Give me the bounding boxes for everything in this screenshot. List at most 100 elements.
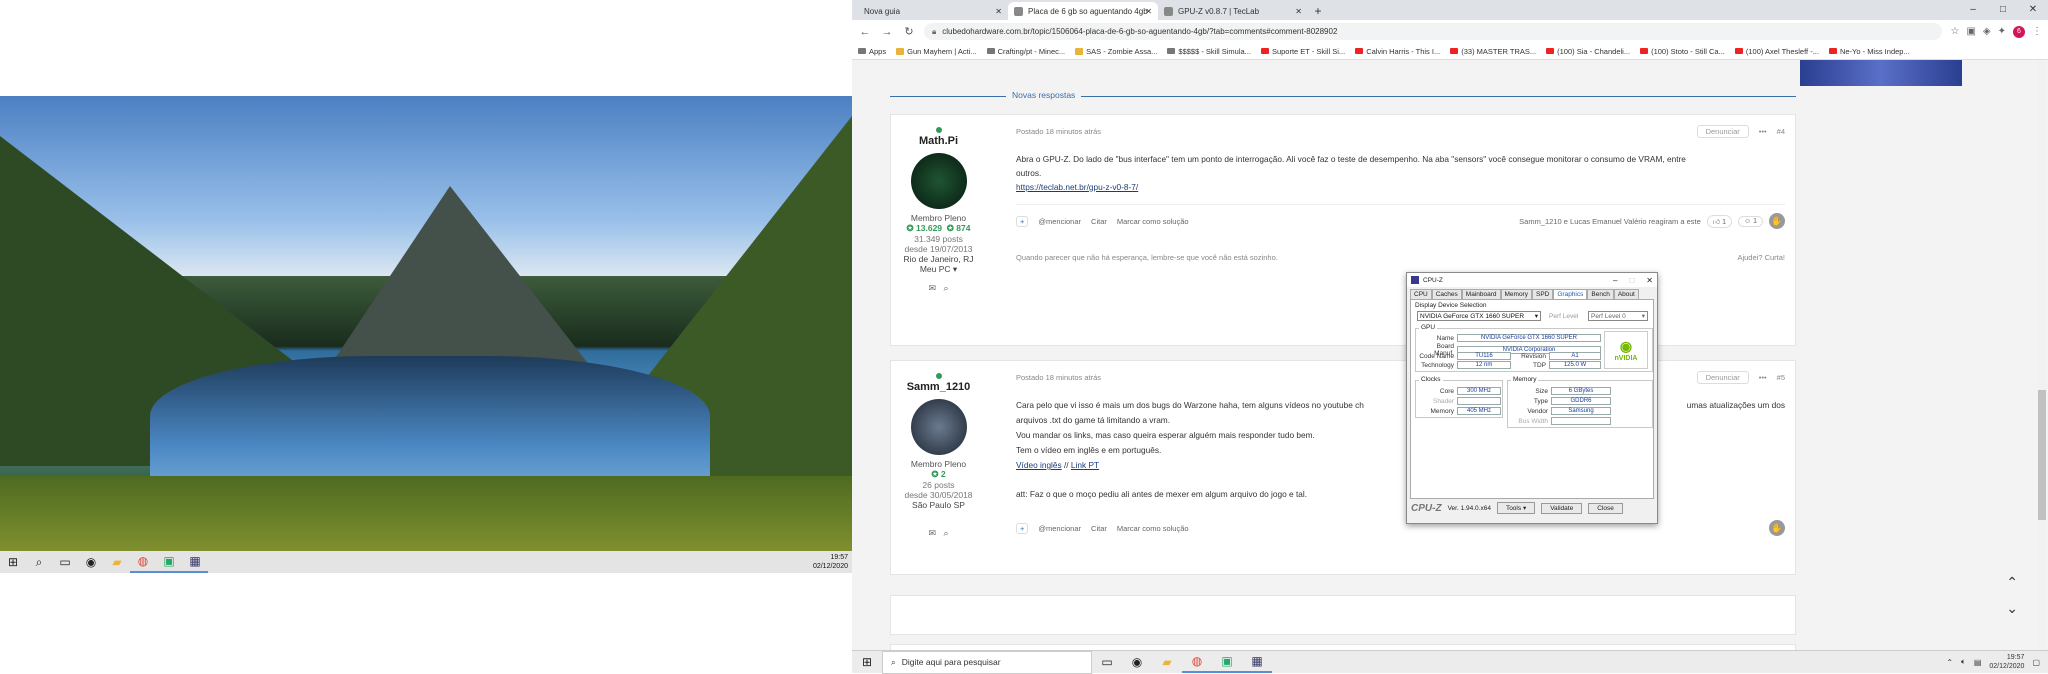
- bookmark-item[interactable]: $$$$$ - Skill Simula...: [1167, 47, 1251, 56]
- laugh-reaction[interactable]: ☺ 1: [1737, 215, 1763, 227]
- forward-icon[interactable]: →: [880, 26, 894, 38]
- post-date[interactable]: Postado 18 minutos atrás: [1016, 127, 1101, 136]
- close-icon[interactable]: ✕: [1646, 276, 1653, 285]
- close-icon[interactable]: ✕: [1295, 7, 1302, 16]
- author-name[interactable]: Samm_1210: [891, 381, 986, 393]
- bookmark-item[interactable]: (100) Sia - Chandeli...: [1546, 47, 1630, 56]
- tab-forum-thread[interactable]: Placa de 6 gb so aguentando 4gb ✕: [1008, 2, 1158, 20]
- device-select[interactable]: NVIDIA GeForce GTX 1660 SUPER ▾: [1417, 311, 1541, 321]
- react-button[interactable]: ✋: [1769, 213, 1785, 229]
- windows-icon[interactable]: ⊞: [852, 651, 882, 673]
- tab-bench[interactable]: Bench: [1587, 289, 1614, 299]
- close-window-icon[interactable]: ✕: [2018, 0, 2048, 18]
- bookmark-item[interactable]: (33) MASTER TRAS...: [1450, 47, 1536, 56]
- tab-cpu[interactable]: CPU: [1410, 289, 1432, 299]
- close-button[interactable]: Close: [1588, 502, 1623, 514]
- report-button[interactable]: Denunciar: [1696, 371, 1749, 384]
- task-view-icon[interactable]: ▭: [52, 551, 78, 573]
- profile-avatar[interactable]: 6: [2013, 25, 2025, 38]
- left-clock[interactable]: 19:57 02/12/2020: [813, 553, 848, 571]
- tab-gpuz-teclab[interactable]: GPU-Z v0.8.7 | TecLab ✕: [1158, 2, 1308, 20]
- mail-icon[interactable]: ✉: [928, 528, 936, 538]
- minimize-icon[interactable]: –: [1958, 0, 1988, 18]
- react-button[interactable]: ✋: [1769, 520, 1785, 536]
- add-multiquote-icon[interactable]: +: [1016, 215, 1029, 227]
- right-clock[interactable]: 19:57 02/12/2020: [1989, 653, 2024, 671]
- add-multiquote-icon[interactable]: +: [1016, 522, 1029, 534]
- close-icon[interactable]: ✕: [995, 7, 1002, 16]
- notifications-icon[interactable]: ▢: [2032, 658, 2040, 667]
- minimize-icon[interactable]: –: [1613, 276, 1617, 285]
- task-view-icon[interactable]: ▭: [1092, 651, 1122, 673]
- reactions-summary[interactable]: Samm_1210 e Lucas Emanuel Valério reagir…: [1519, 217, 1701, 226]
- mark-solution-link[interactable]: Marcar como solução: [1117, 217, 1189, 226]
- maximize-icon[interactable]: □: [1629, 276, 1634, 285]
- tray-chevron-icon[interactable]: ⌃: [1946, 658, 1953, 667]
- volume-icon[interactable]: 🔈︎: [1961, 657, 1966, 667]
- quote-link[interactable]: Citar: [1091, 524, 1107, 533]
- chrome-icon[interactable]: ◍: [130, 551, 156, 573]
- windows-icon[interactable]: ⊞: [0, 551, 26, 573]
- scroll-down-icon[interactable]: ⌄: [2006, 600, 2018, 617]
- avatar[interactable]: [910, 153, 967, 209]
- tab-memory[interactable]: Memory: [1500, 289, 1532, 299]
- validate-button[interactable]: Validate: [1541, 502, 1583, 514]
- extension-badge-icon[interactable]: ◈: [1983, 26, 1991, 38]
- page-scrollbar[interactable]: [2038, 60, 2046, 650]
- close-icon[interactable]: ✕: [1145, 7, 1152, 16]
- bookmark-item[interactable]: Ne-Yo - Miss Indep...: [1828, 47, 1910, 56]
- video-english-link[interactable]: Vídeo inglês: [1016, 460, 1062, 470]
- search-icon[interactable]: ⌕: [944, 528, 949, 538]
- menu-dots-icon[interactable]: ⋮: [2032, 26, 2042, 38]
- gpu-tool-icon[interactable]: ▣: [1212, 651, 1242, 673]
- back-icon[interactable]: ←: [858, 26, 872, 38]
- bookmark-item[interactable]: SAS - Zombie Assa...: [1075, 47, 1157, 56]
- folder-icon[interactable]: ▰: [1152, 651, 1182, 673]
- maximize-icon[interactable]: □: [1988, 0, 2018, 18]
- tab-about[interactable]: About: [1613, 289, 1639, 299]
- video-pt-link[interactable]: Link PT: [1071, 460, 1099, 470]
- steam-icon[interactable]: ◉: [78, 551, 104, 573]
- star-icon[interactable]: ☆: [1950, 26, 1959, 38]
- network-icon[interactable]: ▤: [1974, 658, 1982, 667]
- folder-icon[interactable]: ▰: [104, 551, 130, 573]
- bookmark-item[interactable]: Crafting/pt - Minec...: [986, 47, 1065, 56]
- new-tab-button[interactable]: +: [1308, 2, 1328, 20]
- extension-icon[interactable]: ▣: [1966, 26, 1975, 38]
- tab-spd[interactable]: SPD: [1531, 289, 1554, 299]
- post-number[interactable]: #5: [1777, 373, 1785, 382]
- my-pc-dropdown[interactable]: Meu PC ▾: [891, 264, 986, 275]
- like-reaction[interactable]: 👍︎ 1: [1706, 214, 1732, 228]
- bookmark-item[interactable]: (100) Axel Thesleff -...: [1734, 47, 1819, 56]
- search-icon[interactable]: ⌕: [944, 283, 949, 293]
- post-date[interactable]: Postado 18 minutos atrás: [1016, 373, 1101, 382]
- bookmark-item[interactable]: (100) Stoto - Still Ca...: [1640, 47, 1725, 56]
- reload-icon[interactable]: ↻: [902, 25, 916, 38]
- scrollbar-thumb[interactable]: [2038, 390, 2046, 520]
- bookmark-item[interactable]: Suporte ET - Skill Si...: [1260, 47, 1345, 56]
- url-input[interactable]: 🔒︎ clubedohardware.com.br/topic/1506064-…: [924, 23, 1943, 40]
- sidebar-banner-image[interactable]: [1800, 60, 1962, 86]
- quote-link[interactable]: Citar: [1091, 217, 1107, 226]
- more-options-icon[interactable]: •••: [1759, 127, 1767, 136]
- tab-mainboard[interactable]: Mainboard: [1461, 289, 1501, 299]
- more-options-icon[interactable]: •••: [1759, 373, 1767, 382]
- author-name[interactable]: Math.Pi: [891, 135, 986, 147]
- mark-solution-link[interactable]: Marcar como solução: [1117, 524, 1189, 533]
- search-icon[interactable]: ⌕: [26, 551, 52, 573]
- cpuz-icon[interactable]: ▦: [182, 551, 208, 573]
- mention-link[interactable]: @mencionar: [1038, 217, 1081, 226]
- mail-icon[interactable]: ✉: [928, 283, 936, 293]
- scroll-up-icon[interactable]: ⌃: [2006, 574, 2018, 591]
- tab-new-tab[interactable]: Nova guia ✕: [858, 2, 1008, 20]
- tab-graphics[interactable]: Graphics: [1553, 289, 1588, 299]
- steam-icon[interactable]: ◉: [1122, 651, 1152, 673]
- bookmark-item[interactable]: Gun Mayhem | Acti...: [896, 47, 977, 56]
- chrome-icon[interactable]: ◍: [1182, 651, 1212, 673]
- post-link[interactable]: https://teclab.net.br/gpu-z-v0-8-7/: [1016, 182, 1138, 192]
- avatar[interactable]: [910, 399, 967, 455]
- tab-caches[interactable]: Caches: [1431, 289, 1462, 299]
- bookmark-item[interactable]: Calvin Harris - This I...: [1355, 47, 1440, 56]
- puzzle-icon[interactable]: ✦: [1998, 26, 2006, 38]
- cpuz-icon[interactable]: ▦: [1242, 651, 1272, 673]
